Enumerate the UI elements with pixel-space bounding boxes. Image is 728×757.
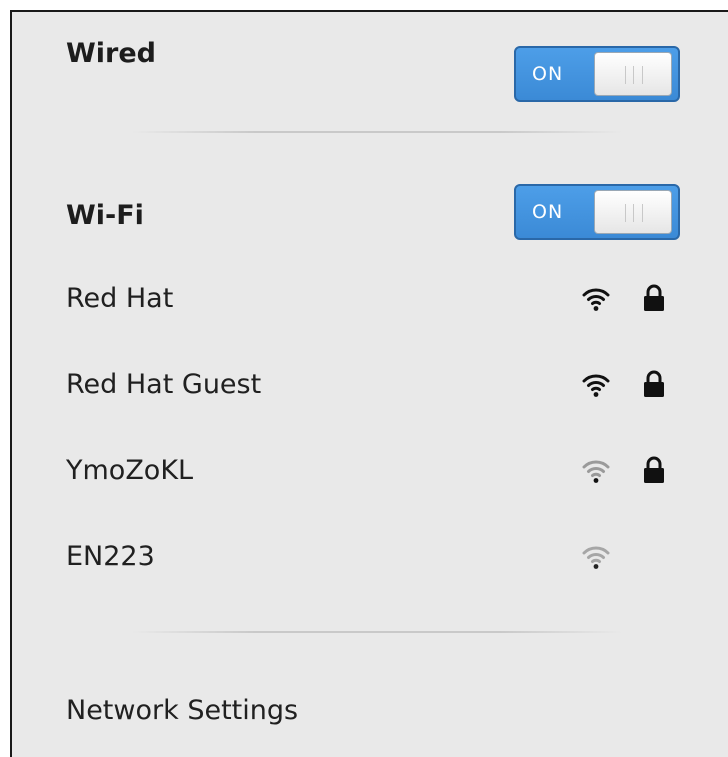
network-item[interactable]: YmoZoKL xyxy=(12,436,718,506)
wifi-switch-label: ON xyxy=(532,201,564,223)
network-item[interactable]: Red Hat xyxy=(12,264,718,334)
network-item[interactable]: Red Hat Guest xyxy=(12,350,718,420)
network-settings-label: Network Settings xyxy=(66,695,299,726)
switch-knob xyxy=(594,190,672,234)
network-name: Red Hat xyxy=(66,283,174,314)
separator xyxy=(132,131,622,133)
network-name: YmoZoKL xyxy=(66,455,194,486)
wifi-title: Wi-Fi xyxy=(66,200,144,231)
lock-icon xyxy=(642,284,666,312)
wired-switch[interactable]: ON xyxy=(514,46,680,102)
wifi-switch[interactable]: ON xyxy=(514,184,680,240)
wifi-signal-icon xyxy=(582,372,610,398)
wired-switch-label: ON xyxy=(532,63,564,85)
network-settings-item[interactable]: Network Settings xyxy=(12,678,718,744)
lock-icon xyxy=(642,370,666,398)
wifi-signal-icon xyxy=(582,286,610,312)
wifi-signal-icon xyxy=(582,544,610,570)
wired-title: Wired xyxy=(66,38,156,69)
lock-icon xyxy=(642,456,666,484)
network-item[interactable]: EN223 xyxy=(12,522,718,592)
network-name: EN223 xyxy=(66,541,155,572)
wifi-signal-icon xyxy=(582,458,610,484)
network-menu: Wired ON Wi-Fi ON Red Hat Red Hat Guest xyxy=(10,10,728,757)
network-name: Red Hat Guest xyxy=(66,369,262,400)
separator xyxy=(132,631,622,633)
switch-knob xyxy=(594,52,672,96)
